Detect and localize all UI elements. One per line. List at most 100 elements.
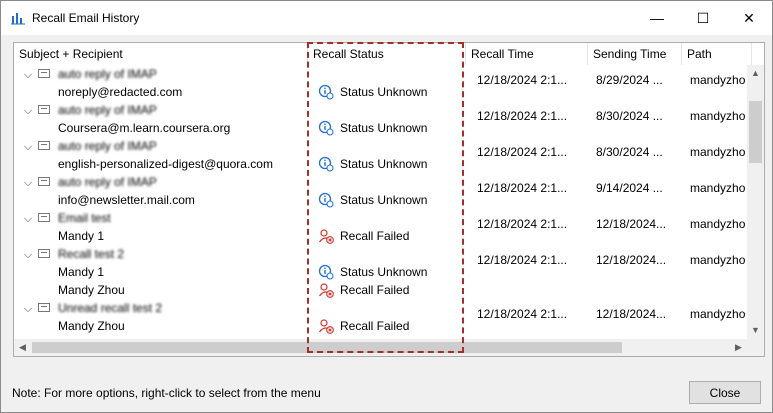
recipient-address: info@newsletter.mail.com bbox=[58, 193, 195, 207]
recall-status-text: Recall Failed bbox=[340, 283, 410, 297]
subject-cell: ⌵ Unread recall test 2 bbox=[14, 299, 306, 317]
email-subject: auto reply of IMAP bbox=[58, 67, 157, 81]
recall-email-history-window: Recall Email History — ☐ ✕ Subject + Rec… bbox=[0, 0, 773, 413]
recall-status-text: Status Unknown bbox=[340, 265, 428, 279]
email-subject-row[interactable]: ⌵ auto reply of IMAP 12/18/2024 2:1... 8/30… bbox=[14, 101, 747, 123]
recall-status-cell: Status Unknown bbox=[310, 119, 465, 137]
vertical-scrollbar[interactable]: ▲ ▼ bbox=[747, 65, 764, 356]
subject-cell: Mandy Zhou bbox=[14, 281, 306, 299]
chevron-down-icon[interactable]: ⌵ bbox=[22, 210, 34, 227]
recall-status-cell: Recall Failed bbox=[310, 227, 465, 245]
email-subject: auto reply of IMAP bbox=[58, 175, 157, 189]
recipient-address: Mandy 1 bbox=[58, 229, 105, 243]
chevron-down-icon[interactable]: ⌵ bbox=[22, 102, 34, 119]
subject-cell: info@newsletter.mail.com bbox=[14, 191, 306, 209]
column-header-recall-time[interactable]: Recall Time bbox=[466, 43, 588, 65]
status-unknown-icon bbox=[318, 192, 334, 208]
recipient-row[interactable]: Coursera@m.learn.coursera.org Status Unkn… bbox=[14, 119, 747, 137]
recall-status-cell: Status Unknown bbox=[310, 155, 465, 173]
recipient-address: Coursera@m.learn.coursera.org bbox=[58, 121, 231, 135]
subject-cell: ⌵ auto reply of IMAP bbox=[14, 137, 306, 155]
status-unknown-icon bbox=[318, 120, 334, 136]
recipient-address: Mandy Zhou bbox=[58, 319, 125, 333]
chevron-down-icon[interactable]: ⌵ bbox=[22, 66, 34, 83]
mail-icon bbox=[38, 249, 50, 258]
subject-cell: ⌵ auto reply of IMAP bbox=[14, 173, 306, 191]
email-subject: Email test bbox=[58, 211, 111, 225]
scroll-down-button[interactable]: ▼ bbox=[747, 322, 764, 339]
subject-cell: Mandy 1 bbox=[14, 227, 306, 245]
email-subject-row[interactable]: ⌵ Unread recall test 2 12/18/2024 2:1... 12… bbox=[14, 299, 747, 321]
column-header-path[interactable]: Path bbox=[682, 43, 752, 65]
recipient-row[interactable]: english-personalized-digest@quora.com Sta… bbox=[14, 155, 747, 173]
recipient-row[interactable]: info@newsletter.mail.com Status Unknown bbox=[14, 191, 747, 209]
recipient-row[interactable]: Mandy 1 Recall Failed bbox=[14, 227, 747, 245]
recipient-row[interactable]: Mandy 1 Status Unknown bbox=[14, 263, 747, 281]
mail-icon bbox=[38, 177, 50, 186]
recall-status-text: Status Unknown bbox=[340, 85, 428, 99]
subject-cell: Coursera@m.learn.coursera.org bbox=[14, 119, 306, 137]
recipient-row[interactable]: Mandy Zhou Recall Failed bbox=[14, 317, 747, 335]
email-subject: Unread recall test 2 bbox=[58, 301, 163, 315]
title-bar: Recall Email History — ☐ ✕ bbox=[1, 1, 772, 35]
email-subject-row[interactable]: ⌵ Recall test 2 12/18/2024 2:1... 12/18/202… bbox=[14, 245, 747, 267]
scroll-up-button[interactable]: ▲ bbox=[747, 65, 764, 82]
status-unknown-icon bbox=[318, 156, 334, 172]
recall-status-text: Recall Failed bbox=[340, 229, 410, 243]
footer-note: Note: For more options, right-click to s… bbox=[12, 386, 321, 400]
chevron-down-icon[interactable]: ⌵ bbox=[22, 300, 34, 317]
recall-status-cell: Status Unknown bbox=[310, 83, 465, 101]
maximize-button[interactable]: ☐ bbox=[680, 1, 726, 35]
mail-icon bbox=[38, 141, 50, 150]
mail-icon bbox=[38, 303, 50, 312]
subject-cell: ⌵ auto reply of IMAP bbox=[14, 101, 306, 119]
close-window-button[interactable]: ✕ bbox=[726, 1, 772, 35]
subject-cell: Mandy 1 bbox=[14, 263, 306, 281]
recipient-address: english-personalized-digest@quora.com bbox=[58, 157, 273, 171]
recipient-address: Mandy 1 bbox=[58, 265, 105, 279]
chevron-down-icon[interactable]: ⌵ bbox=[22, 174, 34, 191]
recall-failed-icon bbox=[318, 318, 334, 334]
recall-status-cell: Status Unknown bbox=[310, 191, 465, 209]
mail-icon bbox=[38, 69, 50, 78]
scroll-right-button[interactable]: ▶ bbox=[730, 339, 747, 356]
minimize-button[interactable]: — bbox=[634, 1, 680, 35]
recall-failed-icon bbox=[318, 228, 334, 244]
scroll-left-button[interactable]: ◀ bbox=[14, 339, 31, 356]
subject-cell: english-personalized-digest@quora.com bbox=[14, 155, 306, 173]
recipient-row[interactable]: noreply@redacted.com Status Unknown bbox=[14, 83, 747, 101]
recall-status-cell: Recall Failed bbox=[310, 281, 465, 299]
email-subject-row[interactable]: ⌵ auto reply of IMAP 12/18/2024 2:1... 8/30… bbox=[14, 137, 747, 159]
chevron-down-icon[interactable]: ⌵ bbox=[22, 138, 34, 155]
mail-icon bbox=[38, 213, 50, 222]
status-unknown-icon bbox=[318, 84, 334, 100]
close-button[interactable]: Close bbox=[689, 381, 761, 404]
column-header-sending-time[interactable]: Sending Time bbox=[588, 43, 682, 65]
recall-status-text: Status Unknown bbox=[340, 193, 428, 207]
horizontal-scrollbar[interactable]: ◀ ▶ bbox=[14, 339, 747, 356]
recipient-address: noreply@redacted.com bbox=[58, 85, 183, 99]
column-header-status[interactable]: Recall Status bbox=[308, 43, 466, 65]
recall-history-list[interactable]: Subject + Recipient Recall Status Recall… bbox=[13, 42, 765, 357]
chevron-down-icon[interactable]: ⌵ bbox=[22, 246, 34, 263]
list-rows: ⌵ auto reply of IMAP 12/18/2024 2:1... 8/29… bbox=[14, 65, 747, 339]
recall-status-text: Status Unknown bbox=[340, 121, 428, 135]
email-subject: auto reply of IMAP bbox=[58, 139, 157, 153]
email-subject: Recall test 2 bbox=[58, 247, 125, 261]
recipient-row[interactable]: Mandy Zhou Recall Failed bbox=[14, 281, 747, 299]
recall-failed-icon bbox=[318, 282, 334, 298]
recipient-address: Mandy Zhou bbox=[58, 283, 125, 297]
window-title: Recall Email History bbox=[32, 11, 140, 25]
recall-status-cell: Status Unknown bbox=[310, 263, 465, 281]
email-subject-row[interactable]: ⌵ auto reply of IMAP 12/18/2024 2:1... 8/29… bbox=[14, 65, 747, 87]
recall-status-cell: Recall Failed bbox=[310, 317, 465, 335]
email-subject-row[interactable]: ⌵ Email test 12/18/2024 2:1... 12/18/2024..… bbox=[14, 209, 747, 231]
mail-icon bbox=[38, 105, 50, 114]
status-unknown-icon bbox=[318, 264, 334, 280]
column-header-subject[interactable]: Subject + Recipient bbox=[14, 43, 308, 65]
list-header: Subject + Recipient Recall Status Recall… bbox=[14, 43, 764, 65]
history-app-icon bbox=[11, 13, 25, 25]
vertical-scroll-thumb[interactable] bbox=[749, 101, 762, 163]
horizontal-scroll-thumb[interactable] bbox=[32, 342, 622, 353]
email-subject-row[interactable]: ⌵ auto reply of IMAP 12/18/2024 2:1... 9/14… bbox=[14, 173, 747, 195]
